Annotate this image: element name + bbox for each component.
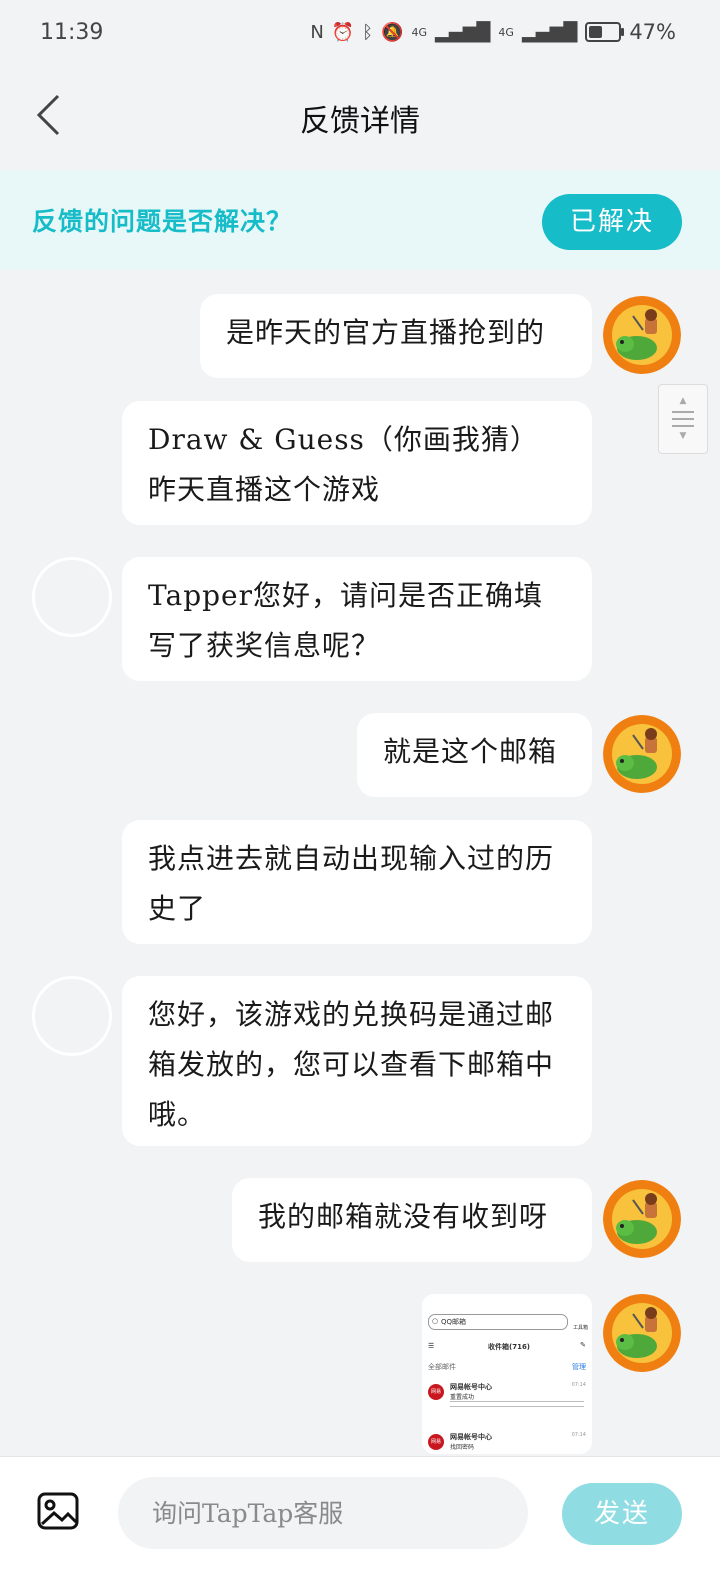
user-avatar: [603, 1294, 681, 1372]
page-title: 反馈详情: [300, 104, 420, 139]
mail-toolbar: 工具箱: [572, 1325, 588, 1331]
search-icon: ○: [432, 1317, 439, 1325]
alarm-icon: ⏰: [331, 21, 355, 43]
chat-bubble-user: 我的邮箱就没有收到呀: [232, 1178, 592, 1262]
resolved-button[interactable]: 已解决: [542, 194, 682, 250]
chat-bubble-agent: 您好，该游戏的兑换码是通过邮箱发放的，您可以查看下邮箱中哦。: [122, 976, 592, 1146]
chat-bubble-user: 我点进去就自动出现输入过的历史了: [122, 820, 592, 944]
input-bar: 发送: [0, 1456, 720, 1584]
mail-sender: 网易帐号中心: [450, 1433, 492, 1441]
status-icons: N ⏰ ᛒ 🔕 4G ▂▄▆█ 4G ▂▄▆█ 47%: [310, 20, 676, 44]
mail-time: 07:14: [571, 1432, 586, 1438]
mail-badge: 网易: [428, 1434, 444, 1450]
mail-manage: 管理: [572, 1363, 586, 1371]
user-avatar: [603, 715, 681, 793]
down-arrow-icon: ▼: [679, 431, 687, 441]
battery-percent: 47%: [629, 20, 676, 44]
mute-icon: 🔕: [381, 21, 404, 43]
image-message[interactable]: ○ QQ邮箱 工具箱 ☰ 收件箱(716) ✎ 全部邮件 管理 网易 网易帐号中…: [422, 1294, 592, 1454]
mail-badge: 网易: [428, 1384, 444, 1400]
mail-search-text: QQ邮箱: [441, 1318, 467, 1326]
resolve-bar: 反馈的问题是否解决？ 已解决: [0, 170, 720, 270]
header: 反馈详情: [0, 68, 720, 168]
battery-icon: [585, 22, 625, 42]
up-arrow-icon: ▲: [679, 396, 687, 406]
menu-icon: ☰: [428, 1342, 435, 1350]
status-time: 11:39: [40, 20, 104, 45]
mail-filter: 全部邮件: [428, 1363, 456, 1371]
image-icon: [37, 1492, 79, 1530]
chat-bubble-agent: Tapper您好，请问是否正确填写了获奖信息呢？: [122, 557, 592, 681]
battery-fill: [589, 26, 603, 38]
mail-row: 网易 网易帐号中心 07:14 重置成功: [428, 1380, 586, 1416]
chat-bubble-user: Draw & Guess（你画我猜）昨天直播这个游戏: [122, 401, 592, 525]
mail-row: 网易 网易帐号中心 07:14 找回密码: [428, 1430, 586, 1454]
scroll-handle[interactable]: ▲ ▼: [658, 384, 708, 454]
signal-bars-icon: ▂▄▆█: [435, 21, 491, 43]
mail-sender: 网易帐号中心: [450, 1383, 492, 1391]
mail-folder-title: 收件箱(716): [488, 1343, 531, 1351]
agent-avatar: [32, 976, 112, 1056]
ask-input[interactable]: [118, 1477, 528, 1549]
mail-subject: 重置成功: [450, 1394, 475, 1401]
chat-bubble-user: 是昨天的官方直播抢到的: [200, 294, 592, 378]
signal-4g-icon: 4G: [411, 25, 428, 39]
bluetooth-icon: ᛒ: [362, 21, 374, 43]
status-bar: 11:39 N ⏰ ᛒ 🔕 4G ▂▄▆█ 4G ▂▄▆█ 47%: [0, 0, 720, 68]
compose-icon: ✎: [580, 1341, 586, 1349]
user-avatar: [603, 296, 681, 374]
send-button[interactable]: 发送: [562, 1483, 682, 1545]
user-avatar: [603, 1180, 681, 1258]
nfc-icon: N: [310, 21, 324, 43]
resolve-question: 反馈的问题是否解决？: [32, 207, 293, 236]
chat-bubble-user: 就是这个邮箱: [357, 713, 592, 797]
mail-preview-lines: [450, 1401, 584, 1402]
signal-4g-icon-2: 4G: [498, 25, 514, 39]
mail-subject: 找回密码: [450, 1444, 475, 1451]
mail-time: 07:14: [571, 1382, 586, 1388]
image-upload-button[interactable]: [36, 1491, 80, 1531]
signal-bars-icon-2: ▂▄▆█: [521, 21, 578, 43]
mail-search-box: ○ QQ邮箱: [428, 1314, 568, 1330]
agent-avatar: [32, 557, 112, 637]
